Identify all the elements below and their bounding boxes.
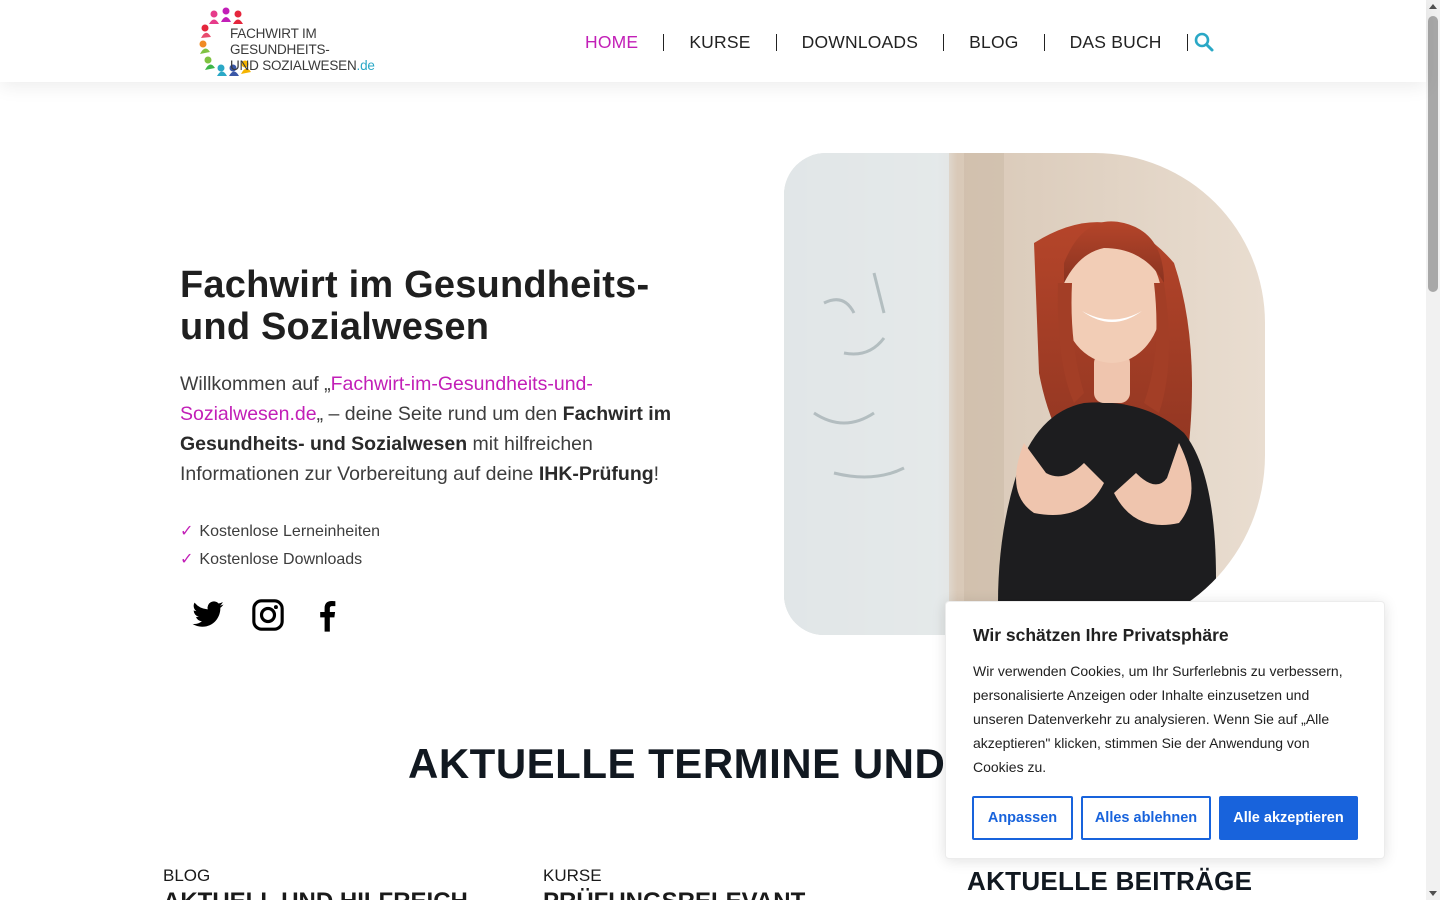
kurse-column-heading: PRÜFUNGSRELEVANT <box>543 888 805 900</box>
woman-at-whiteboard-image <box>784 153 1265 635</box>
intro-mid-1: „ – deine Seite rund um den <box>316 403 563 425</box>
logo-line-2-text: UND SOZIALWESEN <box>230 58 357 73</box>
nav-blog[interactable]: BLOG <box>944 28 1043 56</box>
kurse-column-label: KURSE <box>543 866 602 885</box>
hero-title: Fachwirt im Gesundheits- und Sozialwesen <box>180 264 650 348</box>
scroll-down-arrow-icon[interactable] <box>1429 891 1437 896</box>
site-logo[interactable]: FACHWIRT IM GESUNDHEITS- UND SOZIALWESEN… <box>197 6 417 76</box>
search-icon[interactable] <box>1192 30 1216 54</box>
cookie-description: Wir verwenden Cookies, um Ihr Surferlebn… <box>973 663 1343 775</box>
blog-column-label: BLOG <box>163 866 211 885</box>
cookie-title: Wir schätzen Ihre Privatsphäre <box>973 625 1229 645</box>
site-header: FACHWIRT IM GESUNDHEITS- UND SOZIALWESEN… <box>0 0 1426 82</box>
social-links <box>190 598 344 634</box>
checkmark-icon: ✓ <box>180 551 194 568</box>
scrollbar-thumb[interactable] <box>1428 16 1438 292</box>
twitter-icon[interactable] <box>190 598 226 632</box>
list-item: ✓ Kostenlose Downloads <box>180 546 380 574</box>
intro-suffix: ! <box>653 463 660 485</box>
hero-intro: Willkommen auf „Fachwirt-im-Gesundheits-… <box>180 369 690 489</box>
list-item: ✓ Kostenlose Lerneinheiten <box>180 518 380 546</box>
nav-home[interactable]: HOME <box>560 28 663 56</box>
logo-wordmark: FACHWIRT IM GESUNDHEITS- UND SOZIALWESEN… <box>230 26 417 74</box>
logo-line-1: FACHWIRT IM GESUNDHEITS- <box>230 26 330 57</box>
nav-divider <box>1186 33 1188 51</box>
customize-button[interactable]: Anpassen <box>972 796 1073 840</box>
reject-all-button[interactable]: Alles ablehnen <box>1081 796 1211 840</box>
feature-checklist: ✓ Kostenlose Lerneinheiten ✓ Kostenlose Do… <box>180 518 380 574</box>
intro-bold-2: IHK-Prüfung <box>538 463 654 485</box>
nav-das-buch[interactable]: DAS BUCH <box>1045 28 1187 56</box>
logo-tld: .de <box>356 58 375 73</box>
nav-kurse[interactable]: KURSE <box>664 28 775 56</box>
blog-column-heading: AKTUELL UND HILFREICH <box>163 888 468 900</box>
cookie-consent-banner: Wir schätzen Ihre Privatsphäre Wir verwe… <box>945 601 1385 859</box>
page-scrollbar[interactable] <box>1426 0 1440 900</box>
main-nav: HOME KURSE DOWNLOADS BLOG DAS BUCH <box>560 28 1188 56</box>
recent-posts-heading: AKTUELLE BEITRÄGE <box>967 866 1253 896</box>
facebook-icon[interactable] <box>310 598 344 634</box>
hero-photo <box>784 153 1265 635</box>
logo-line-2: UND SOZIALWESEN.de <box>230 58 417 74</box>
checklist-item-label: Kostenlose Downloads <box>199 551 363 568</box>
scroll-up-arrow-icon[interactable] <box>1429 4 1437 9</box>
checklist-item-label: Kostenlose Lerneinheiten <box>199 523 380 540</box>
instagram-icon[interactable] <box>251 598 285 632</box>
nav-downloads[interactable]: DOWNLOADS <box>777 28 944 56</box>
accept-all-button[interactable]: Alle akzeptieren <box>1219 796 1358 840</box>
checkmark-icon: ✓ <box>180 523 194 540</box>
intro-prefix: Willkommen auf „ <box>180 373 331 395</box>
